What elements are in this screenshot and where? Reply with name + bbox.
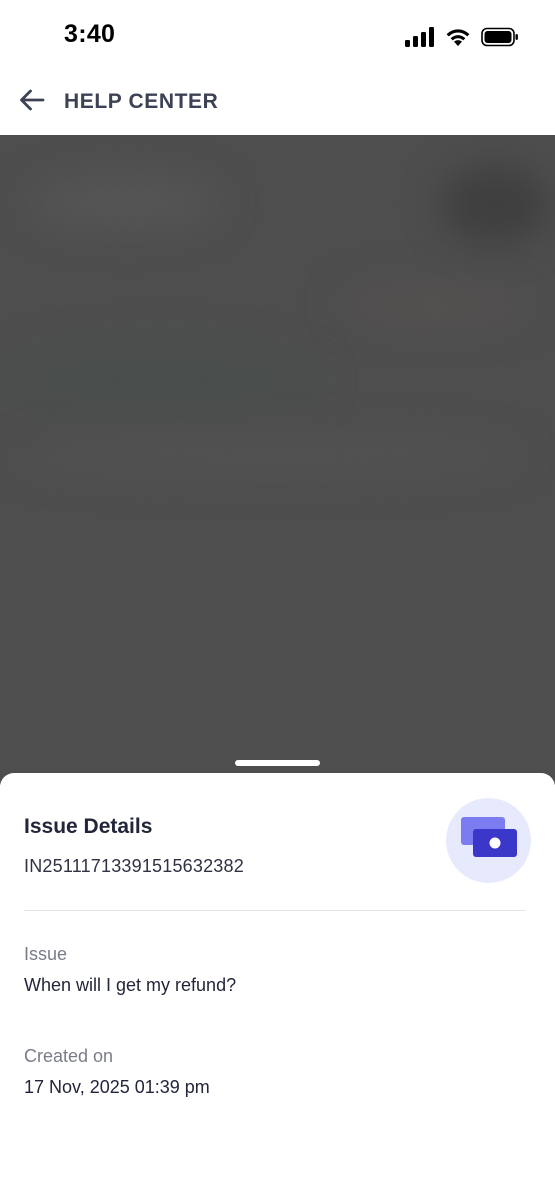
issue-details-sheet: Issue Details IN25111713391515632382 Iss… [0,773,555,1200]
battery-icon [481,27,519,47]
issue-details-title: Issue Details [24,815,153,838]
status-time: 3:40 [64,20,116,48]
issue-value: When will I get my refund? [24,975,237,995]
issue-label: Issue [24,944,68,964]
issue-id: IN25111713391515632382 [24,856,244,876]
refund-badge [446,798,531,883]
divider [24,910,526,911]
arrow-left-icon [19,89,45,116]
page-title: HELP CENTER [64,90,219,113]
blurred-content [20,435,520,475]
created-on-label: Created on [24,1046,114,1066]
sheet-drag-handle[interactable] [235,760,320,766]
app-header: HELP CENTER [0,72,555,135]
status-icons [405,24,519,50]
blurred-content [30,175,220,230]
blurred-content [340,285,530,325]
created-on-value: 17 Nov, 2025 01:39 pm [24,1077,210,1097]
blurred-content [0,345,320,415]
back-button[interactable] [14,84,50,120]
refund-cash-icon [459,815,519,866]
wifi-icon [445,27,471,47]
blurred-content [440,165,550,245]
modal-backdrop[interactable] [0,135,555,785]
status-bar: 3:40 [0,0,555,72]
signal-icon [405,27,435,47]
